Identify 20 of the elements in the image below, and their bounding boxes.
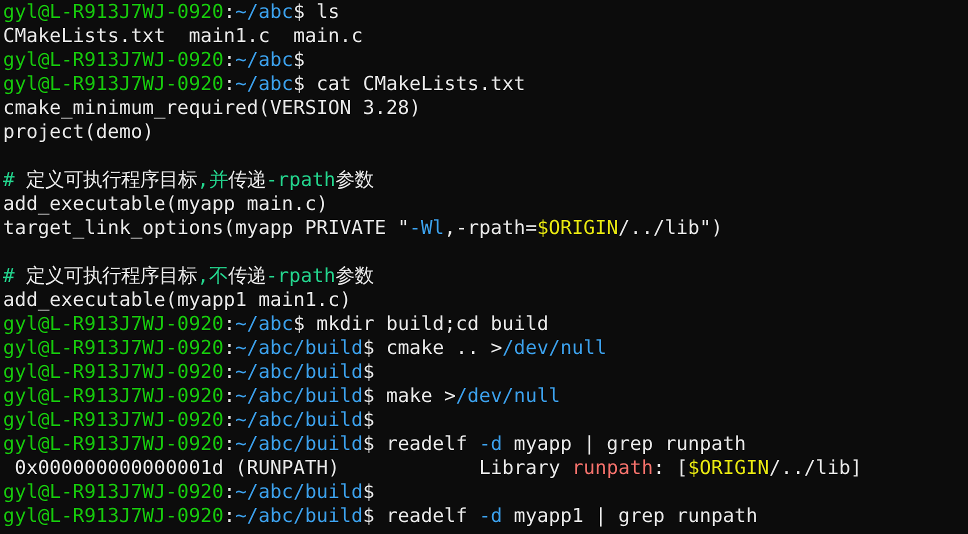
terminal-line: add_executable(myapp1 main1.c): [3, 288, 352, 312]
terminal-line: gyl@L-R913J7WJ-0920:~/abc/build$ readelf -d myapp | grep runpath: [3, 432, 746, 456]
terminal-line: gyl@L-R913J7WJ-0920:~/abc/build$: [3, 480, 374, 504]
terminal-line: gyl@L-R913J7WJ-0920:~/abc/build$ cmake .. >/dev/null: [3, 336, 607, 360]
terminal-line: cmake_minimum_required(VERSION 3.28): [3, 96, 421, 120]
terminal-line: 0x000000000000001d (RUNPATH) Library runpath: [$ORIGIN/../lib]: [14, 456, 862, 480]
terminal-line: gyl@L-R913J7WJ-0920:~/abc$ mkdir build;cd build: [3, 312, 549, 336]
terminal-line: # 定义可执行程序目标,不传递-rpath参数: [3, 264, 374, 288]
terminal-line: target_link_options(myapp PRIVATE "-Wl,-rpath=$ORIGIN/../lib"): [3, 216, 723, 240]
terminal-line: # 定义可执行程序目标,并传递-rpath参数: [3, 168, 374, 192]
terminal-line: gyl@L-R913J7WJ-0920:~/abc$: [3, 48, 305, 72]
terminal-line: gyl@L-R913J7WJ-0920:~/abc$ ls: [3, 0, 340, 24]
terminal-line: gyl@L-R913J7WJ-0920:~/abc/build$ make >/dev/null: [3, 384, 560, 408]
terminal-line: CMakeLists.txt main1.c main.c: [3, 24, 363, 48]
terminal-line: gyl@L-R913J7WJ-0920:~/abc$ cat CMakeLists.txt: [3, 72, 526, 96]
terminal-line: gyl@L-R913J7WJ-0920:~/abc/build$: [3, 360, 374, 384]
terminal-line: project(demo): [3, 120, 154, 144]
terminal-line: gyl@L-R913J7WJ-0920:~/abc/build$: [3, 408, 374, 432]
terminal-line: add_executable(myapp main.c): [3, 192, 328, 216]
terminal-line: gyl@L-R913J7WJ-0920:~/abc/build$ readelf -d myapp1 | grep runpath: [3, 504, 758, 528]
